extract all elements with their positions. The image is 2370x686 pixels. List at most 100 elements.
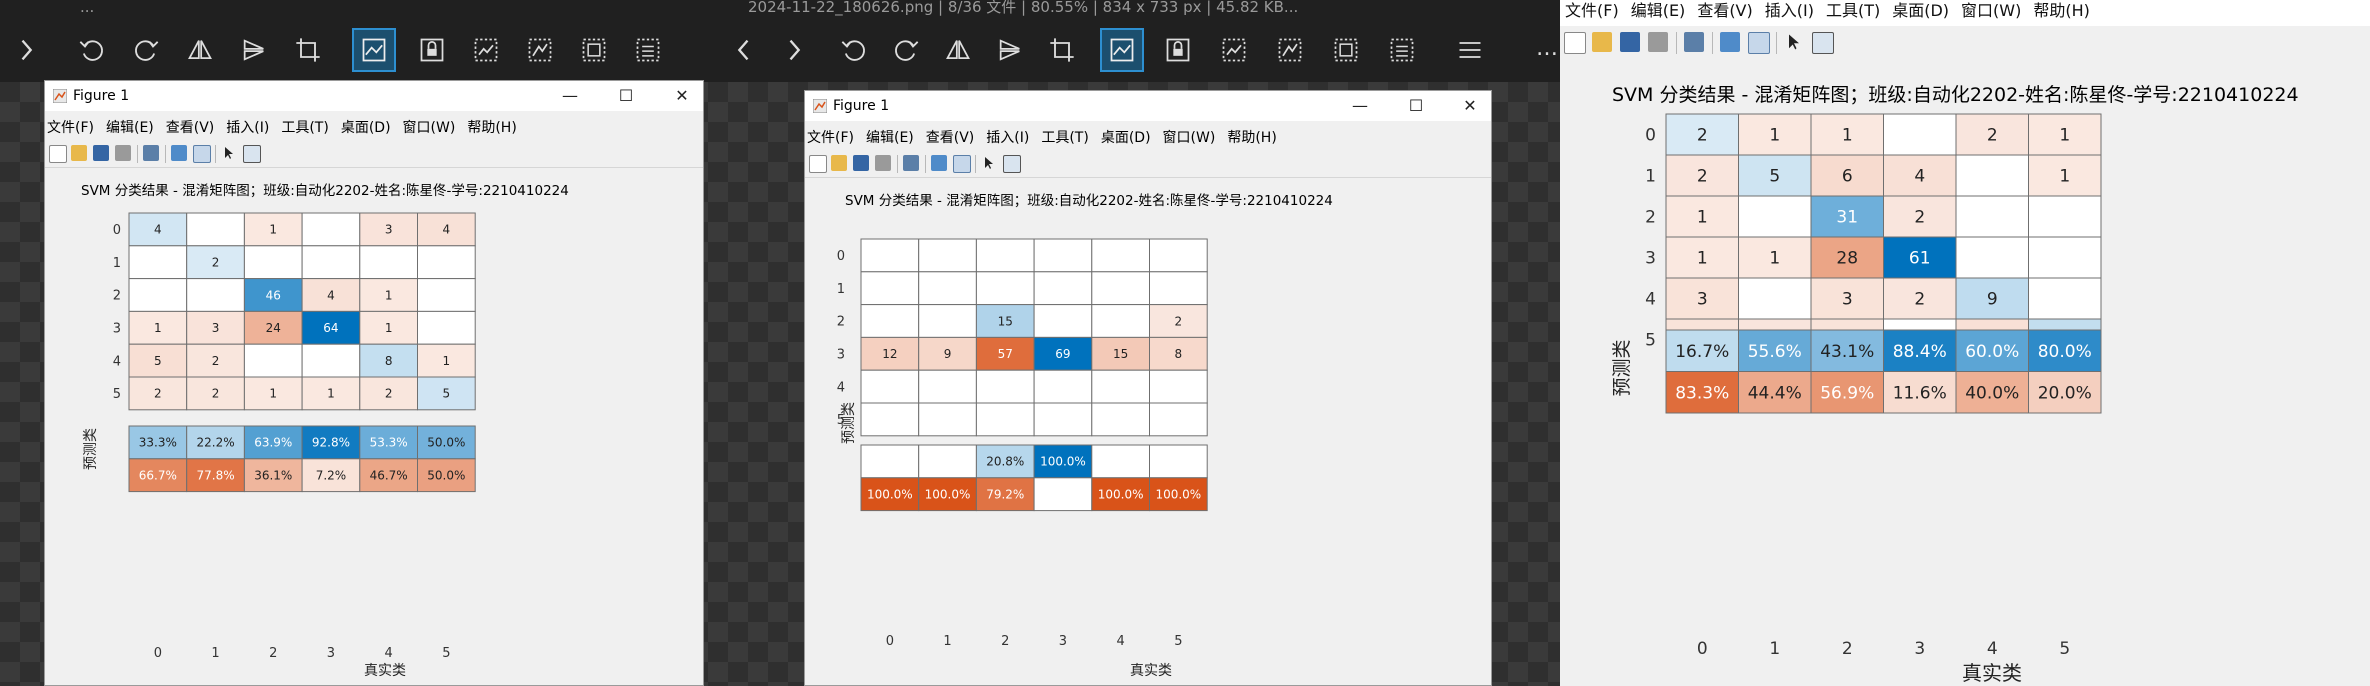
property-editor-icon[interactable] bbox=[1003, 155, 1021, 173]
menu-desktop[interactable]: 桌面(D) bbox=[341, 120, 391, 136]
pointer-icon[interactable] bbox=[1784, 32, 1804, 52]
lock-icon[interactable] bbox=[1156, 28, 1200, 72]
more-dots-icon[interactable]: … bbox=[1536, 36, 1559, 61]
menu-insert[interactable]: 插入(I) bbox=[986, 130, 1029, 146]
summary-incorrect-label-3: 11.6% bbox=[1893, 383, 1947, 403]
filter-icon-4[interactable] bbox=[1380, 28, 1424, 72]
middle-image-viewer: 2024-11-22_180626.png | 8/36 文件 | 80.55%… bbox=[708, 0, 1560, 686]
summary-correct-label-0: 16.7% bbox=[1675, 342, 1729, 362]
link-plot-icon[interactable] bbox=[143, 145, 159, 161]
print-icon[interactable] bbox=[875, 155, 891, 171]
link-plot-icon[interactable] bbox=[903, 155, 919, 171]
matrix-cell-label-r0-c4: 3 bbox=[385, 223, 393, 237]
new-figure-icon[interactable] bbox=[1564, 32, 1586, 54]
new-figure-icon[interactable] bbox=[49, 145, 67, 163]
menu-edit[interactable]: 编辑(E) bbox=[866, 130, 914, 146]
minimize-button[interactable]: — bbox=[1345, 93, 1375, 119]
link-plot-icon[interactable] bbox=[1684, 32, 1704, 52]
flip-horizontal-icon[interactable] bbox=[178, 28, 222, 72]
colorbar-icon[interactable] bbox=[1720, 32, 1740, 52]
menu-tools[interactable]: 工具(T) bbox=[1826, 1, 1880, 20]
crop-icon[interactable] bbox=[1040, 28, 1084, 72]
menu-hamburger-icon[interactable] bbox=[1448, 28, 1492, 72]
previous-arrow-icon[interactable] bbox=[722, 28, 766, 72]
save-icon[interactable] bbox=[853, 155, 869, 171]
menu-help[interactable]: 帮助(H) bbox=[2033, 1, 2090, 20]
menu-tools[interactable]: 工具(T) bbox=[1041, 130, 1088, 146]
image-mode-icon[interactable] bbox=[1100, 28, 1144, 72]
filter-icon-3[interactable] bbox=[1324, 28, 1368, 72]
matrix-cell-label-r5-c3: 1 bbox=[327, 387, 335, 401]
matrix-cell-label-r3-c2: 28 bbox=[1836, 249, 1858, 269]
open-file-icon[interactable] bbox=[831, 155, 847, 171]
crop-icon[interactable] bbox=[286, 28, 330, 72]
menu-file[interactable]: 文件(F) bbox=[1565, 1, 1619, 20]
lock-icon[interactable] bbox=[410, 28, 454, 72]
menu-view[interactable]: 查看(V) bbox=[926, 130, 975, 146]
menu-view[interactable]: 查看(V) bbox=[1697, 1, 1752, 20]
menu-desktop[interactable]: 桌面(D) bbox=[1101, 130, 1151, 146]
rotate-right-icon[interactable] bbox=[884, 28, 928, 72]
open-file-icon[interactable] bbox=[71, 145, 87, 161]
minimize-button[interactable]: — bbox=[555, 83, 585, 109]
rotate-left-icon[interactable] bbox=[832, 28, 876, 72]
image-mode-icon[interactable] bbox=[352, 28, 396, 72]
filter-icon-4[interactable] bbox=[626, 28, 670, 72]
menu-window[interactable]: 窗口(W) bbox=[403, 120, 456, 136]
next-arrow-icon[interactable] bbox=[772, 28, 816, 72]
flip-horizontal-icon[interactable] bbox=[936, 28, 980, 72]
filter-icon-3[interactable] bbox=[572, 28, 616, 72]
menu-help[interactable]: 帮助(H) bbox=[467, 120, 516, 136]
maximize-button[interactable]: ☐ bbox=[611, 83, 641, 109]
summary-correct-cell-4 bbox=[1091, 444, 1150, 479]
filter-icon-2[interactable] bbox=[1268, 28, 1312, 72]
menu-window[interactable]: 窗口(W) bbox=[1961, 1, 2021, 20]
menu-tools[interactable]: 工具(T) bbox=[281, 120, 328, 136]
menu-insert[interactable]: 插入(I) bbox=[226, 120, 269, 136]
filter-icon-1[interactable] bbox=[464, 28, 508, 72]
print-icon[interactable] bbox=[1648, 32, 1668, 52]
rotate-right-icon[interactable] bbox=[124, 28, 168, 72]
close-button[interactable]: ✕ bbox=[667, 83, 697, 109]
property-editor-icon[interactable] bbox=[243, 145, 261, 163]
flip-vertical-icon[interactable] bbox=[988, 28, 1032, 72]
menu-help[interactable]: 帮助(H) bbox=[1227, 130, 1276, 146]
legend-icon[interactable] bbox=[193, 145, 211, 163]
save-icon[interactable] bbox=[1620, 32, 1640, 52]
maximize-button[interactable]: ☐ bbox=[1401, 93, 1431, 119]
menu-view[interactable]: 查看(V) bbox=[166, 120, 215, 136]
menu-insert[interactable]: 插入(I) bbox=[1765, 1, 1814, 20]
property-editor-icon[interactable] bbox=[1812, 32, 1834, 54]
filter-icon-2[interactable] bbox=[518, 28, 562, 72]
save-icon[interactable] bbox=[93, 145, 109, 161]
colorbar-icon[interactable] bbox=[931, 155, 947, 171]
matrix-cell-label-r2-c2: 46 bbox=[266, 288, 281, 302]
print-icon[interactable] bbox=[115, 145, 131, 161]
menu-file[interactable]: 文件(F) bbox=[807, 130, 854, 146]
pointer-icon[interactable] bbox=[981, 155, 997, 171]
matrix-cell-r3-c4 bbox=[1955, 236, 2029, 279]
right-y-axis-label: 预测类 bbox=[1611, 339, 1633, 396]
flip-vertical-icon[interactable] bbox=[232, 28, 276, 72]
middle-viewer-toolbar: 2024-11-22_180626.png | 8/36 文件 | 80.55%… bbox=[708, 0, 1560, 82]
menu-file[interactable]: 文件(F) bbox=[47, 120, 94, 136]
menu-window[interactable]: 窗口(W) bbox=[1163, 130, 1216, 146]
close-button[interactable]: ✕ bbox=[1455, 93, 1485, 119]
pointer-icon[interactable] bbox=[221, 145, 237, 161]
x-tick-label-4: 4 bbox=[1987, 639, 1998, 659]
filter-icon-1[interactable] bbox=[1212, 28, 1256, 72]
menu-desktop[interactable]: 桌面(D) bbox=[1892, 1, 1949, 20]
colorbar-icon[interactable] bbox=[171, 145, 187, 161]
rotate-left-icon[interactable] bbox=[70, 28, 114, 72]
summary-correct-label-4: 60.0% bbox=[1965, 342, 2019, 362]
matrix-cell-r4-c0 bbox=[860, 369, 920, 404]
legend-icon[interactable] bbox=[1748, 32, 1770, 54]
menu-edit[interactable]: 编辑(E) bbox=[1631, 1, 1686, 20]
next-arrow-icon[interactable] bbox=[4, 28, 48, 72]
matrix-cell-label-r5-c4: 2 bbox=[385, 387, 393, 401]
y-tick-label-0: 0 bbox=[1645, 126, 1656, 146]
legend-icon[interactable] bbox=[953, 155, 971, 173]
open-file-icon[interactable] bbox=[1592, 32, 1612, 52]
menu-edit[interactable]: 编辑(E) bbox=[106, 120, 154, 136]
new-figure-icon[interactable] bbox=[809, 155, 827, 173]
